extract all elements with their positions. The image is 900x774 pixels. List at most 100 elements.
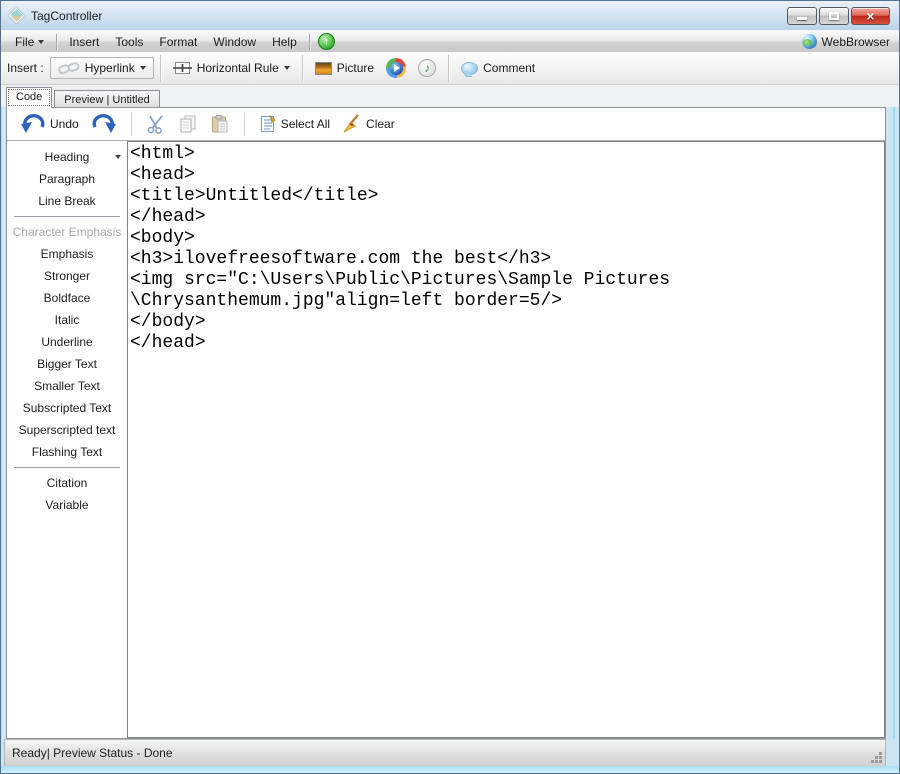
code-line: <body> (130, 228, 884, 249)
redo-button[interactable] (88, 112, 120, 136)
toolbar-separator (448, 55, 449, 81)
sidebar-item-bigger-text[interactable]: Bigger Text (7, 353, 127, 375)
code-line: <h3>ilovefreesoftware.com the best</h3> (130, 249, 884, 270)
menu-items: File InsertToolsFormatWindowHelp (7, 33, 314, 51)
maximize-button[interactable] (819, 7, 849, 25)
chevron-down-icon (115, 155, 121, 159)
media-player-button[interactable] (380, 55, 412, 81)
maximize-icon (829, 12, 839, 20)
webbrowser-status[interactable]: WebBrowser (802, 34, 893, 49)
sidebar-item-heading[interactable]: Heading (7, 146, 127, 168)
sidebar-item-underline[interactable]: Underline (7, 331, 127, 353)
sidebar-item-stronger[interactable]: Stronger (7, 265, 127, 287)
clear-label: Clear (366, 117, 395, 131)
code-line: <html> (130, 144, 884, 165)
code-line: <title>Untitled</title> (130, 186, 884, 207)
code-line: </head> (130, 333, 884, 354)
sidebar-header-character-emphasis: Character Emphasis (7, 221, 127, 243)
undo-label: Undo (50, 117, 79, 131)
redo-arrow-icon (91, 114, 117, 134)
hyperlink-button[interactable]: Hyperlink (50, 57, 154, 79)
window-frame: Undo (1, 107, 899, 739)
scissors-icon (146, 114, 166, 134)
undo-arrow-icon (20, 114, 46, 134)
sidebar-item-italic[interactable]: Italic (7, 309, 127, 331)
window-frame-bottom (1, 766, 899, 773)
sidebar-item-superscripted-text[interactable]: Superscripted text (7, 419, 127, 441)
toolbar-separator (302, 55, 303, 81)
music-note-icon: ♪ (418, 59, 436, 77)
tab-strip: CodePreview | Untitled (1, 85, 899, 107)
broom-icon (342, 114, 362, 134)
globe-icon (802, 34, 817, 49)
menubar-separator (309, 34, 310, 50)
close-button[interactable]: × (851, 7, 890, 25)
horizontal-rule-button[interactable]: Horizontal Rule (167, 57, 296, 79)
select-all-label: Select All (281, 117, 330, 131)
sidebar-item-line-break[interactable]: Line Break (7, 190, 127, 212)
sidebar-item-emphasis[interactable]: Emphasis (7, 243, 127, 265)
insert-label: Insert : (7, 61, 44, 75)
code-line: </body> (130, 312, 884, 333)
horizontal-rule-label: Horizontal Rule (197, 61, 279, 75)
speech-bubble-icon (461, 62, 478, 75)
minimize-button[interactable] (787, 7, 817, 25)
menu-bar: File InsertToolsFormatWindowHelp ↑ WebBro… (1, 30, 899, 52)
copy-button[interactable] (175, 112, 201, 136)
menu-window[interactable]: Window (205, 33, 264, 51)
menu-file[interactable]: File (7, 33, 52, 51)
content-area: HeadingParagraphLine Break Character Emph… (7, 141, 885, 738)
sidebar-divider (14, 467, 120, 468)
app-icon (9, 8, 25, 24)
menu-tools[interactable]: Tools (107, 33, 151, 51)
sidebar-item-boldface[interactable]: Boldface (7, 287, 127, 309)
insert-toolbar: Insert : Hyperlink Horizontal Rule Pictu… (1, 52, 899, 85)
menubar-separator (56, 34, 57, 50)
webbrowser-label: WebBrowser (822, 35, 890, 49)
chevron-down-icon (38, 40, 44, 44)
resize-grip-icon[interactable] (870, 751, 883, 764)
code-area[interactable]: <html><head><title>Untitled</title></hea… (127, 141, 885, 738)
menu-format[interactable]: Format (151, 33, 205, 51)
select-all-document-icon (259, 114, 277, 134)
select-all-button[interactable]: Select All (256, 112, 333, 136)
paste-button[interactable] (207, 112, 233, 136)
tab-code[interactable]: Code (6, 87, 52, 108)
comment-label: Comment (483, 61, 535, 75)
close-icon: × (866, 9, 874, 23)
sidebar-item-flashing-text[interactable]: Flashing Text (7, 441, 127, 463)
comment-button[interactable]: Comment (455, 58, 541, 78)
audio-button[interactable]: ♪ (412, 56, 442, 80)
sidebar-item-paragraph[interactable]: Paragraph (7, 168, 127, 190)
sidebar-divider (14, 216, 120, 217)
tab-preview-untitled[interactable]: Preview | Untitled (54, 90, 159, 107)
menu-insert[interactable]: Insert (61, 33, 107, 51)
title-bar: TagController × (1, 1, 899, 30)
picture-label: Picture (337, 61, 374, 75)
undo-button[interactable]: Undo (17, 112, 82, 136)
clear-button[interactable]: Clear (339, 112, 398, 136)
app-window: TagController × File InsertToolsFormatWin… (0, 0, 900, 774)
status-text: Ready| Preview Status - Done (12, 746, 173, 760)
sidebar-item-smaller-text[interactable]: Smaller Text (7, 375, 127, 397)
sidebar-item-subscripted-text[interactable]: Subscripted Text (7, 397, 127, 419)
upload-arrow-icon[interactable]: ↑ (318, 33, 335, 50)
window-title: TagController (31, 9, 102, 23)
menu-help[interactable]: Help (264, 33, 305, 51)
media-player-icon (386, 58, 406, 78)
sidebar-item-variable[interactable]: Variable (7, 494, 127, 516)
picture-button[interactable]: Picture (309, 58, 380, 78)
toolbar-separator (160, 55, 161, 81)
toolbar-separator (131, 112, 132, 136)
hyperlink-label: Hyperlink (85, 61, 135, 75)
window-controls: × (787, 7, 890, 25)
picture-icon (315, 62, 332, 75)
code-line: \Chrysanthemum.jpg"align=left border=5/> (130, 291, 884, 312)
minimize-icon (797, 17, 807, 20)
copy-icon (178, 114, 198, 134)
horizontal-rule-icon (173, 60, 192, 76)
code-line: </head> (130, 207, 884, 228)
sidebar-item-citation[interactable]: Citation (7, 472, 127, 494)
cut-button[interactable] (143, 112, 169, 136)
status-frame: Ready| Preview Status - Done (1, 739, 899, 766)
